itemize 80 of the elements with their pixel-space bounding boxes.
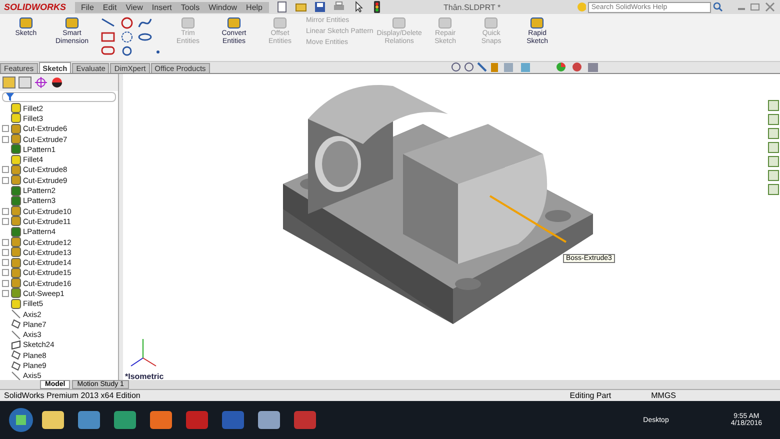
property-tab-icon[interactable] (18, 76, 32, 89)
expand-toggle[interactable] (2, 125, 9, 132)
axis-icon (11, 330, 21, 340)
feature-icon (11, 226, 21, 237)
expand-toggle[interactable] (2, 136, 9, 143)
tool-icon (64, 16, 80, 30)
folder-icon[interactable] (294, 1, 306, 13)
expand-toggle[interactable] (2, 248, 9, 256)
start-button-icon[interactable] (8, 407, 34, 433)
feature-icon (11, 154, 21, 165)
feature-icon (11, 124, 21, 134)
task-pane-tab-icon[interactable] (768, 170, 778, 181)
expand-toggle[interactable] (2, 290, 9, 297)
menu-item[interactable]: File (81, 2, 94, 12)
task-pane-tab-icon[interactable] (768, 114, 778, 125)
expand-toggle[interactable] (2, 166, 9, 174)
units-selector[interactable]: MMGS (651, 391, 676, 400)
expand-toggle[interactable] (2, 176, 9, 184)
task-pane-tab-icon[interactable] (768, 100, 778, 111)
feature-icon (11, 164, 21, 175)
app-logo: SOLIDWORKS (4, 2, 67, 12)
feature-icon (11, 278, 21, 288)
tool-icon (529, 16, 546, 30)
feature-icon (11, 206, 21, 216)
sketch-tools-drawing[interactable] (99, 16, 161, 58)
feature-icon (11, 237, 21, 247)
feature-icon (11, 258, 21, 268)
expand-toggle[interactable] (2, 269, 9, 276)
feature-icon (11, 268, 21, 278)
task-pane-tab-icon[interactable] (768, 156, 778, 167)
tool-icon (226, 16, 242, 30)
appearance-tab-icon[interactable] (50, 76, 64, 89)
feature-icon (11, 288, 21, 298)
menu-item[interactable]: Insert (152, 2, 172, 12)
feature-icon (11, 186, 21, 196)
axis-icon (11, 309, 21, 320)
crosshair-tab-icon[interactable] (34, 76, 48, 89)
feature-tree-tab-icon[interactable] (2, 76, 16, 89)
axis-icon (11, 370, 21, 381)
feature-icon (11, 216, 21, 226)
feature-icon (11, 175, 21, 186)
task-pane-tab-icon[interactable] (768, 128, 778, 139)
expand-toggle[interactable] (2, 259, 9, 266)
filter-icon (6, 93, 14, 101)
plane-icon (11, 360, 21, 371)
save-icon[interactable] (314, 1, 326, 13)
document-title: Thân.SLDPRT * (444, 2, 502, 12)
tool-icon (18, 16, 34, 30)
menu-item[interactable]: Edit (102, 2, 117, 12)
status-text: SolidWorks Premium 2013 x64 Edition (4, 391, 140, 400)
plane-icon (11, 350, 21, 360)
status-text: Editing Part (570, 391, 612, 400)
view-toolbar-icons[interactable] (450, 62, 601, 73)
menu-item[interactable]: Help (246, 2, 262, 12)
view-orientation-label: *Isometric (125, 372, 164, 381)
feature-icon (11, 196, 21, 206)
task-pane-tab-icon[interactable] (768, 184, 778, 195)
traffic-light-icon[interactable] (372, 1, 380, 13)
expand-toggle[interactable] (2, 218, 9, 225)
printer-icon[interactable] (332, 1, 344, 13)
search-icon[interactable] (712, 2, 723, 12)
feature-icon (11, 103, 21, 114)
help-icon (576, 2, 586, 12)
filter-field[interactable] (2, 92, 116, 102)
menu-item[interactable]: View (126, 2, 143, 12)
menu-item[interactable]: Window (208, 2, 238, 12)
sketch-icon (11, 340, 21, 350)
feature-icon (11, 134, 21, 144)
menu-item[interactable]: Tools (180, 2, 200, 12)
plane-icon (11, 319, 21, 330)
expand-toggle[interactable] (2, 238, 9, 246)
feature-icon (11, 247, 21, 258)
window-controls-icon[interactable] (736, 2, 776, 12)
new-document-icon[interactable] (276, 1, 288, 13)
expand-toggle[interactable] (2, 208, 9, 215)
feature-icon (11, 144, 21, 154)
expand-toggle[interactable] (2, 280, 9, 287)
task-pane-tab-icon[interactable] (768, 142, 778, 153)
feature-icon (11, 113, 21, 124)
feature-icon (11, 298, 21, 309)
